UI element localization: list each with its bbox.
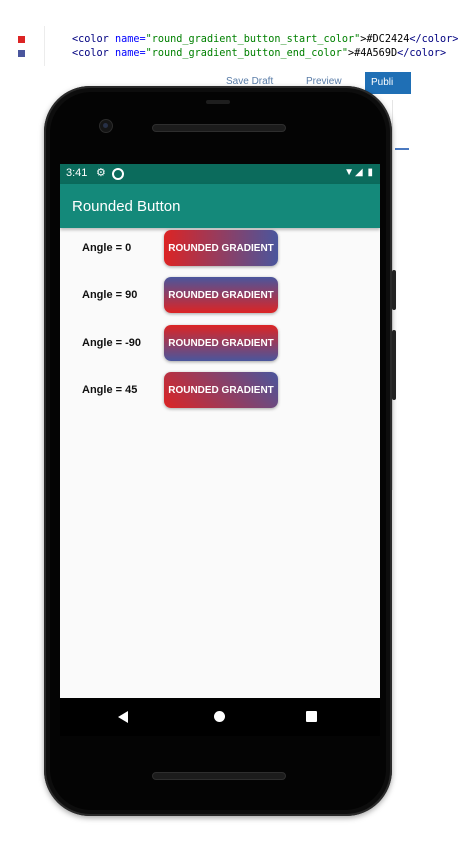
home-circle-icon[interactable] [214,711,225,722]
code-editor-panel: <color name="round_gradient_button_start… [0,0,474,70]
publish-button[interactable]: Publi [365,72,411,94]
end-color-swatch-icon [18,50,25,57]
angle-label: Angle = 90 [82,289,138,301]
volume-button [392,330,396,400]
signal-battery-icon: ▼◢ ▮ [344,167,374,178]
power-button [392,270,396,310]
angle-row: Angle = 0 ROUNDED GRADIENT [60,230,380,268]
editor-gutter [0,26,45,66]
recents-square-icon[interactable] [306,711,317,722]
app-bar: Rounded Button [60,184,380,228]
status-bar: 3:41 ⚙ ▼◢ ▮ [60,164,380,184]
angle-label: Angle = 0 [82,242,132,254]
angle-row: Angle = 45 ROUNDED GRADIENT [60,372,380,410]
angle-label: Angle = 45 [82,384,138,396]
angle-label: Angle = -90 [82,337,141,349]
rounded-gradient-button[interactable]: ROUNDED GRADIENT [164,277,278,313]
background-divider [395,148,409,150]
angle-row: Angle = -90 ROUNDED GRADIENT [60,325,380,363]
earpiece-speaker [152,124,286,132]
rounded-gradient-button[interactable]: ROUNDED GRADIENT [164,230,278,266]
code-line-end-color: <color name="round_gradient_button_end_c… [72,48,447,59]
phone-screen: 3:41 ⚙ ▼◢ ▮ Rounded Button Angle = 0 ROU… [60,164,380,698]
sync-icon [112,168,124,180]
rounded-gradient-button[interactable]: ROUNDED GRADIENT [164,372,278,408]
rounded-gradient-button[interactable]: ROUNDED GRADIENT [164,325,278,361]
navigation-bar [60,698,380,736]
status-time: 3:41 [66,167,88,179]
code-line-start-color: <color name="round_gradient_button_start… [72,34,459,45]
back-triangle-icon[interactable] [118,711,128,723]
bottom-speaker [152,772,286,780]
top-sensor [206,100,230,104]
app-title: Rounded Button [72,198,181,215]
gear-icon: ⚙ [96,167,106,179]
start-color-swatch-icon [18,36,25,43]
angle-row: Angle = 90 ROUNDED GRADIENT [60,277,380,315]
front-camera-icon [99,119,113,133]
